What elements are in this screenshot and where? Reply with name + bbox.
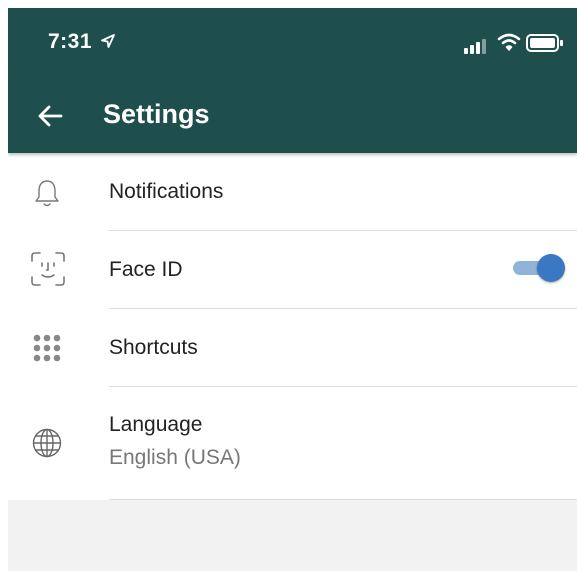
settings-item-shortcuts[interactable]: Shortcuts (8, 309, 577, 387)
bell-icon (30, 176, 64, 215)
status-time: 7:31 (48, 30, 93, 53)
divider (109, 499, 577, 500)
page-title: Settings (103, 99, 210, 129)
face-id-icon (30, 251, 66, 292)
settings-item-face-id[interactable]: Face ID (8, 231, 577, 309)
settings-item-label: Language (109, 413, 203, 436)
globe-icon (31, 427, 63, 464)
battery-icon (526, 34, 564, 57)
status-bar: 7:31 (8, 8, 577, 80)
grid-dots-icon (32, 333, 62, 368)
app-bar: Settings (8, 80, 577, 153)
toggle-knob (537, 254, 565, 282)
settings-list: Notifications Face ID Shortcuts Language… (8, 153, 577, 500)
face-id-toggle[interactable] (513, 254, 565, 282)
wifi-icon (497, 32, 521, 57)
settings-item-label: Notifications (109, 180, 224, 203)
settings-item-language[interactable]: Language English (USA) (8, 387, 577, 500)
settings-item-notifications[interactable]: Notifications (8, 153, 577, 231)
location-arrow-icon (101, 34, 115, 53)
settings-item-label: Shortcuts (109, 336, 198, 359)
settings-item-label: Face ID (109, 258, 183, 281)
language-value: English (USA) (109, 446, 241, 469)
cellular-signal-icon (464, 38, 490, 59)
arrow-left-icon[interactable] (36, 102, 64, 135)
settings-screen: 7:31 Settings Notifications Face ID Shor… (8, 8, 577, 571)
